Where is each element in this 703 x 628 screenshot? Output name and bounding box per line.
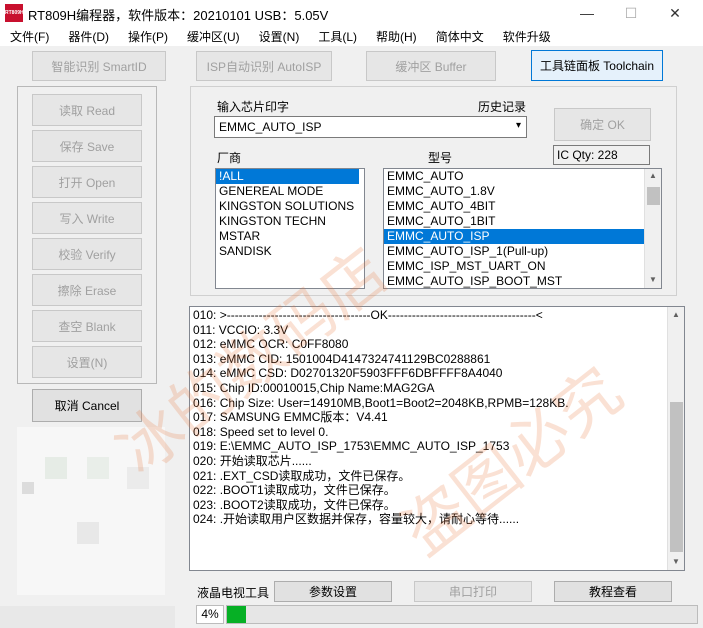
menu-help[interactable]: 帮助(H) — [366, 26, 426, 46]
log-line: 011: VCCIO: 3.3V — [193, 322, 289, 337]
read-button[interactable]: 读取 Read — [32, 94, 142, 126]
model-list-scrollbar[interactable]: ▲ ▼ — [644, 169, 661, 288]
log-output[interactable]: 010: >----------------------------------… — [189, 306, 685, 571]
menu-operation[interactable]: 操作(P) — [118, 26, 177, 46]
list-item[interactable]: EMMC_AUTO_1BIT — [384, 214, 661, 229]
blurred-block — [77, 522, 99, 544]
scroll-down-icon[interactable]: ▼ — [672, 557, 680, 566]
log-line: 014: eMMC CSD: D02701320F5903FFF6DBFFFF8… — [193, 366, 503, 381]
log-line: 015: Chip ID:00010015,Chip Name:MAG2GA — [193, 380, 435, 395]
menu-settings[interactable]: 设置(N) — [249, 26, 309, 46]
list-item[interactable]: KINGSTON TECHN — [216, 214, 364, 229]
list-item[interactable]: EMMC_AUTO_4BIT — [384, 199, 661, 214]
serial-print-button[interactable]: 串口打印 — [414, 581, 532, 602]
menu-buffer[interactable]: 缓冲区(U) — [177, 26, 249, 46]
log-line: 024: .开始读取用户区数据并保存，容量较大，请耐心等待...... — [193, 512, 520, 527]
scroll-down-icon[interactable]: ▼ — [649, 275, 657, 284]
list-item[interactable]: EMMC_AUTO_ISP_1(Pull-up) — [384, 244, 661, 259]
menu-file[interactable]: 文件(F) — [0, 26, 58, 46]
cancel-button[interactable]: 取消 Cancel — [32, 389, 142, 422]
log-line: 019: E:\EMMC_AUTO_ISP_1753\EMMC_AUTO_ISP… — [193, 439, 510, 454]
progress-percent: 4% — [196, 605, 224, 624]
list-item[interactable]: SANDISK — [216, 244, 364, 259]
list-item[interactable]: MSTAR — [216, 229, 364, 244]
log-line: 022: .BOOT1读取成功，文件已保存。 — [193, 483, 396, 498]
tutorial-button[interactable]: 教程查看 — [554, 581, 672, 602]
scrollbar-thumb[interactable] — [647, 187, 660, 205]
verify-button[interactable]: 校验 Verify — [32, 238, 142, 270]
log-line: 021: .EXT_CSD读取成功，文件已保存。 — [193, 468, 411, 483]
log-line: 018: Speed set to level 0. — [193, 424, 329, 439]
tv-tools-label[interactable]: 液晶电视工具 — [197, 584, 269, 601]
log-line: 020: 开始读取芯片...... — [193, 453, 312, 468]
menu-device[interactable]: 器件(D) — [58, 26, 118, 46]
log-scrollbar[interactable]: ▲ ▼ — [667, 307, 684, 570]
history-label: 历史记录 — [478, 100, 527, 114]
toolchain-button[interactable]: 工具链面板 Toolchain — [531, 50, 663, 81]
log-line: 013: eMMC CID: 1501004D4147324741129BC02… — [193, 351, 491, 366]
blurred-status-area — [0, 606, 175, 628]
autoisp-button[interactable]: ISP自动识别 AutoISP — [196, 51, 332, 81]
list-item[interactable]: EMMC_AUTO_ISP — [384, 229, 648, 244]
list-item[interactable]: EMMC_AUTO — [384, 169, 661, 184]
chip-input-combo[interactable]: EMMC_AUTO_ISP ▾ — [214, 116, 527, 138]
model-label: 型号 — [428, 151, 453, 165]
chip-input-label: 输入芯片印字 — [217, 100, 290, 114]
smartid-button[interactable]: 智能识别 SmartID — [32, 51, 166, 81]
list-item[interactable]: !ALL — [216, 169, 359, 184]
confirm-button[interactable]: 确定 OK — [554, 108, 651, 141]
window-title: RT809H编程器，软件版本：20210101 USB：5.05V — [28, 8, 329, 23]
progress-fill — [227, 606, 246, 623]
menu-tools[interactable]: 工具(L) — [308, 26, 366, 46]
buffer-button[interactable]: 缓冲区 Buffer — [366, 51, 496, 81]
chip-input-value: EMMC_AUTO_ISP — [219, 120, 322, 134]
save-button[interactable]: 保存 Save — [32, 130, 142, 162]
menu-language[interactable]: 简体中文 — [426, 26, 493, 46]
log-line: 023: .BOOT2读取成功，文件已保存。 — [193, 497, 396, 512]
scroll-up-icon[interactable]: ▲ — [649, 171, 657, 180]
blurred-block — [127, 467, 149, 489]
list-item[interactable]: KINGSTON SOLUTIONS — [216, 199, 364, 214]
blank-check-button[interactable]: 查空 Blank — [32, 310, 142, 342]
menu-upgrade[interactable]: 软件升级 — [493, 26, 560, 46]
erase-button[interactable]: 擦除 Erase — [32, 274, 142, 306]
scrollbar-thumb[interactable] — [670, 402, 683, 552]
close-button[interactable]: ✕ — [653, 0, 697, 26]
progress-bar — [226, 605, 698, 624]
title-bar: RT809H RT809H编程器，软件版本：20210101 USB：5.05V… — [0, 0, 703, 26]
blurred-block — [45, 457, 67, 479]
model-list[interactable]: EMMC_AUTO EMMC_AUTO_1.8V EMMC_AUTO_4BIT … — [383, 168, 662, 289]
log-line: 017: SAMSUNG EMMC版本：V4.41 — [193, 410, 388, 425]
log-line: 010: >----------------------------------… — [193, 308, 543, 322]
side-settings-button[interactable]: 设置(N) — [32, 346, 142, 378]
scroll-up-icon[interactable]: ▲ — [672, 310, 680, 319]
app-logo-icon: RT809H — [5, 4, 24, 22]
param-settings-button[interactable]: 参数设置 — [274, 581, 392, 602]
vendor-list[interactable]: !ALL GENEREAL MODE KINGSTON SOLUTIONS KI… — [215, 168, 365, 289]
list-item[interactable]: EMMC_AUTO_ISP_BOOT_MST — [384, 274, 661, 288]
list-item[interactable]: EMMC_ISP_MST_UART_ON — [384, 259, 661, 274]
list-item[interactable]: GENEREAL MODE — [216, 184, 364, 199]
chevron-down-icon[interactable]: ▾ — [516, 120, 521, 131]
list-item[interactable]: EMMC_AUTO_1.8V — [384, 184, 661, 199]
write-button[interactable]: 写入 Write — [32, 202, 142, 234]
blurred-block — [87, 457, 109, 479]
blurred-block — [22, 482, 34, 494]
ic-qty: IC Qty: 228 — [553, 145, 650, 165]
blurred-image-area — [17, 427, 165, 595]
log-line: 012: eMMC OCR: C0FF8080 — [193, 337, 349, 352]
menu-bar: 文件(F) 器件(D) 操作(P) 缓冲区(U) 设置(N) 工具(L) 帮助(… — [0, 26, 703, 46]
minimize-button[interactable]: — — [565, 0, 609, 26]
maximize-button[interactable]: ☐ — [609, 0, 653, 26]
open-button[interactable]: 打开 Open — [32, 166, 142, 198]
log-line: 016: Chip Size: User=14910MB,Boot1=Boot2… — [193, 395, 569, 410]
vendor-label: 厂商 — [217, 151, 242, 165]
